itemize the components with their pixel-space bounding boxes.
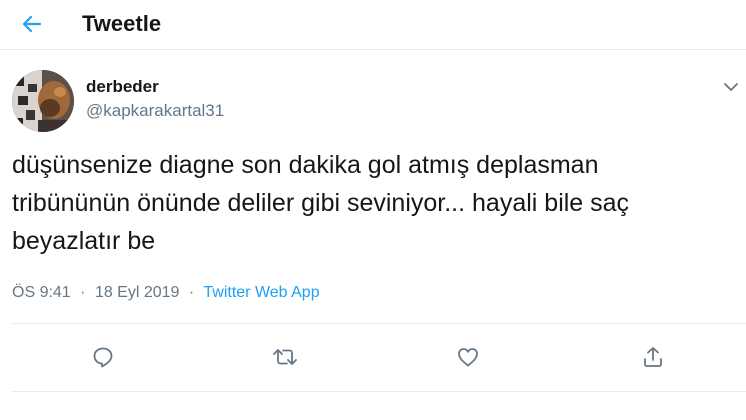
page-header: Tweetle [0, 0, 746, 50]
chevron-down-icon [724, 83, 738, 91]
back-button[interactable] [16, 8, 48, 40]
divider [12, 391, 746, 392]
heart-icon [458, 348, 478, 367]
divider [12, 323, 746, 324]
share-icon [644, 347, 662, 367]
display-name[interactable]: derbeder [86, 77, 159, 97]
share-button[interactable] [639, 344, 667, 370]
tweet-text-line: düşünsenize diagne son dakika gol atmış … [12, 151, 599, 179]
arrow-left-icon [22, 15, 42, 33]
tweet-date[interactable]: 18 Eyl 2019 [95, 284, 180, 301]
user-handle[interactable]: @kapkarakartal31 [86, 101, 224, 121]
tweet-text: düşünsenize diagne son dakika gol atmış … [12, 146, 746, 260]
meta-separator: · [80, 284, 86, 301]
avatar[interactable] [12, 70, 74, 132]
tweet-time[interactable]: ÖS 9:41 [12, 284, 71, 301]
tweet-source-link[interactable]: Twitter Web App [203, 284, 319, 301]
retweet-icon [273, 349, 297, 365]
meta-separator: · [188, 284, 195, 301]
tweet-text-line: tribününün önünde deliler gibi seviniyor… [12, 189, 630, 217]
tweet-meta: ÖS 9:41 · 18 Eyl 2019 · Twitter Web App [12, 284, 320, 302]
like-button[interactable] [454, 344, 482, 370]
retweet-button[interactable] [270, 344, 298, 370]
tweet-text-line: beyazlatır be [12, 227, 156, 255]
reply-button[interactable] [89, 344, 117, 370]
more-options-button[interactable] [722, 79, 740, 95]
reply-icon [93, 347, 113, 368]
page-title: Tweetle [82, 11, 162, 36]
